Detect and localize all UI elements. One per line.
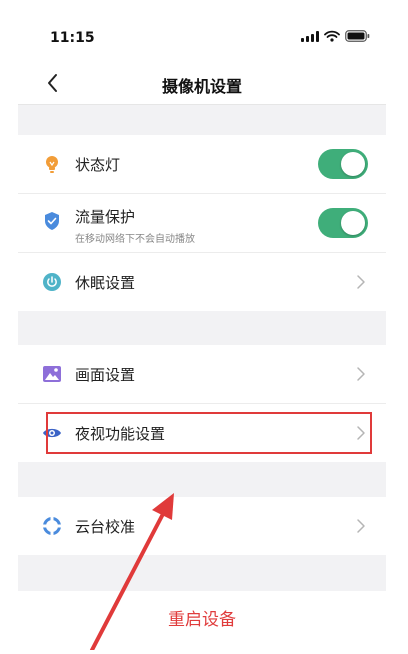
annotation-arrow-icon xyxy=(90,493,174,650)
